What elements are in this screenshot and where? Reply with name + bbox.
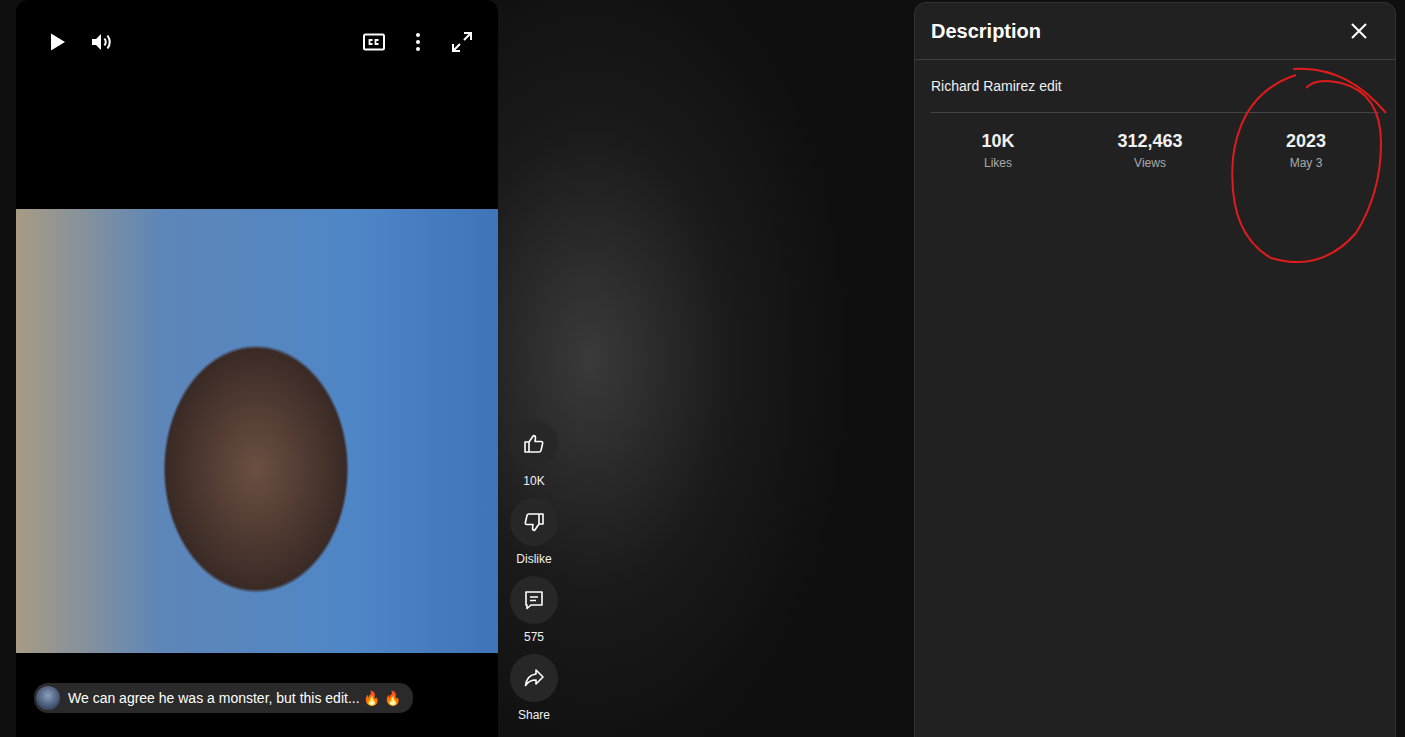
avatar-icon — [36, 686, 60, 710]
action-item: 575 — [510, 576, 558, 644]
share-icon — [522, 666, 546, 690]
stat-item: 312,463 Views — [1065, 131, 1235, 170]
stat-label: Likes — [984, 156, 1012, 170]
red-circle-annotation — [1221, 63, 1401, 273]
stat-value: 10K — [981, 131, 1014, 152]
share-button[interactable] — [510, 654, 558, 702]
video-frame[interactable] — [16, 209, 498, 653]
comment-chip[interactable]: We can agree he was a monster, but this … — [34, 683, 413, 713]
action-label: Share — [518, 708, 550, 722]
action-item: Share — [510, 654, 558, 722]
action-item: Dislike — [510, 498, 558, 566]
action-label: 575 — [524, 630, 544, 644]
stat-label: Views — [1134, 156, 1166, 170]
player-controls — [16, 0, 498, 54]
panel-body: Richard Ramirez edit 10K Likes 312,463 Views… — [915, 60, 1395, 170]
volume-icon[interactable] — [89, 30, 115, 54]
action-item: 10K — [510, 420, 558, 488]
action-bar: 10K Dislike 575 Share — [504, 0, 564, 737]
action-label: 10K — [523, 474, 544, 488]
thumbs-up-icon — [522, 432, 546, 456]
stat-item: 2023 May 3 — [1235, 131, 1377, 170]
comment-text: We can agree he was a monster, but this … — [68, 690, 401, 706]
comment-icon — [522, 588, 546, 612]
stat-label: May 3 — [1290, 156, 1323, 170]
player-column: We can agree he was a monster, but this … — [0, 0, 498, 737]
thumbs-down-icon — [522, 510, 546, 534]
fullscreen-icon[interactable] — [450, 30, 474, 54]
panel-header: Description — [915, 3, 1395, 60]
more-icon[interactable] — [406, 30, 430, 54]
stat-value: 2023 — [1286, 131, 1326, 152]
action-label: Dislike — [516, 552, 551, 566]
divider — [931, 112, 1379, 113]
captions-icon[interactable] — [362, 30, 386, 54]
like-button[interactable] — [510, 420, 558, 468]
stats-row: 10K Likes 312,463 Views 2023 May 3 — [931, 113, 1379, 170]
play-icon[interactable] — [45, 30, 69, 54]
description-text: Richard Ramirez edit — [931, 76, 1379, 96]
comments-button[interactable] — [510, 576, 558, 624]
stat-value: 312,463 — [1117, 131, 1182, 152]
video-player[interactable]: We can agree he was a monster, but this … — [16, 0, 498, 737]
panel-title: Description — [931, 20, 1041, 43]
dislike-button[interactable] — [510, 498, 558, 546]
close-icon[interactable] — [1347, 19, 1371, 43]
stat-item: 10K Likes — [931, 131, 1065, 170]
page: We can agree he was a monster, but this … — [0, 0, 1405, 737]
description-panel: Description Richard Ramirez edit 10K Likes 3… — [914, 2, 1396, 737]
